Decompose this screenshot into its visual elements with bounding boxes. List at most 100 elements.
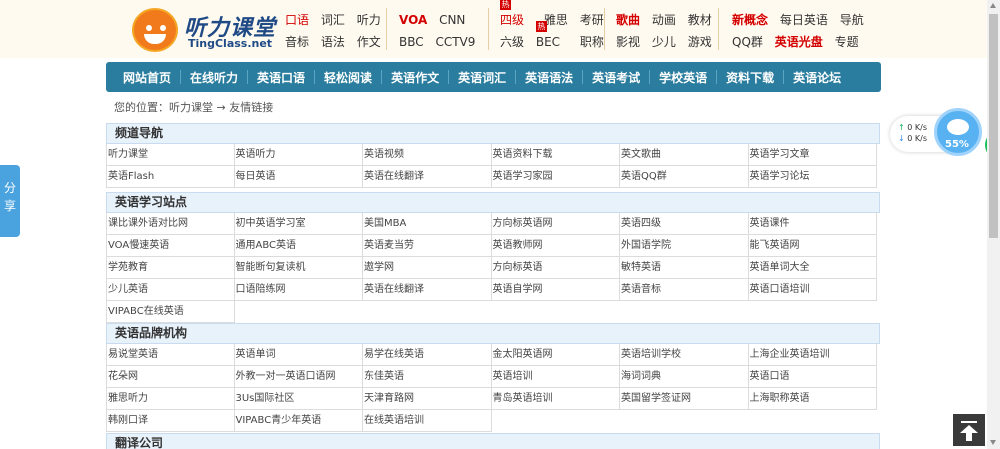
header-link[interactable]: 热 BEC xyxy=(535,21,568,53)
header-link[interactable]: VOA xyxy=(399,13,427,27)
site-logo[interactable]: 听力课堂 TingClass.net xyxy=(132,6,277,54)
friend-link[interactable]: 少儿英语 xyxy=(106,279,235,301)
main-nav-item[interactable]: 英语语法 xyxy=(525,69,573,86)
header-link[interactable]: CNN xyxy=(439,13,465,27)
friend-link[interactable]: 英语口语 xyxy=(748,366,877,388)
friend-link[interactable]: 方向标英语网 xyxy=(491,213,620,235)
friend-link[interactable]: 3Us国际社区 xyxy=(234,388,363,410)
header-link[interactable]: 职称 xyxy=(580,35,604,49)
header-link[interactable]: 口语 xyxy=(285,13,309,27)
friend-link[interactable]: 智能断句复读机 xyxy=(234,257,363,279)
share-button[interactable]: 分享 xyxy=(0,165,20,237)
header-link[interactable]: 六级 xyxy=(500,35,524,49)
header-link[interactable]: 少儿 xyxy=(652,35,676,49)
friend-link[interactable]: 英语在线翻译 xyxy=(363,166,492,188)
friend-link[interactable]: 英语培训学校 xyxy=(620,344,749,366)
header-link[interactable]: 游戏 xyxy=(688,35,712,49)
friend-link[interactable]: 遨学网 xyxy=(363,257,492,279)
main-nav-item[interactable]: 英语考试 xyxy=(592,69,640,86)
friend-link[interactable]: 听力课堂 xyxy=(106,144,235,166)
friend-link[interactable]: 雅思听力 xyxy=(106,388,235,410)
main-nav-item[interactable]: 英语词汇 xyxy=(458,69,506,86)
friend-link[interactable]: 初中英语学习室 xyxy=(234,213,363,235)
friend-link[interactable]: 英语麦当劳 xyxy=(363,235,492,257)
header-link[interactable]: BBC xyxy=(399,35,424,49)
friend-link[interactable]: 英语听力 xyxy=(234,144,363,166)
scroll-down-icon[interactable] xyxy=(990,440,996,445)
friend-link[interactable]: 英语学习家园 xyxy=(491,166,620,188)
friend-link[interactable]: 上海企业英语培训 xyxy=(748,344,877,366)
header-link[interactable]: 听力 xyxy=(357,13,381,27)
main-nav-item[interactable]: 英语论坛 xyxy=(793,69,841,86)
header-link[interactable]: 专题 xyxy=(835,35,859,49)
main-nav-item[interactable]: 网站首页 xyxy=(123,69,171,86)
friend-link[interactable]: 金太阳英语网 xyxy=(491,344,620,366)
friend-link[interactable]: VIPABC青少年英语 xyxy=(234,410,363,432)
friend-link[interactable]: VIPABC在线英语 xyxy=(106,301,235,323)
friend-link[interactable]: 美国MBA xyxy=(363,213,492,235)
friend-link[interactable]: 英语在线翻译 xyxy=(363,279,492,301)
header-link[interactable]: 语法 xyxy=(321,35,345,49)
header-link[interactable]: 热四级 xyxy=(500,0,532,31)
main-nav-item[interactable]: 学校英语 xyxy=(659,69,707,86)
friend-link[interactable]: 天津育路网 xyxy=(363,388,492,410)
friend-link[interactable]: 英国留学签证网 xyxy=(620,388,749,410)
friend-link[interactable]: 在线英语培训 xyxy=(363,410,492,432)
friend-link[interactable]: 通用ABC英语 xyxy=(234,235,363,257)
friend-link[interactable]: 外国语学院 xyxy=(620,235,749,257)
header-link[interactable]: 教材 xyxy=(688,13,712,27)
friend-link[interactable]: 每日英语 xyxy=(234,166,363,188)
header-link[interactable]: 导航 xyxy=(840,13,864,27)
breadcrumb-home-link[interactable]: 听力课堂 xyxy=(169,101,213,114)
friend-link[interactable]: 英语单词 xyxy=(234,344,363,366)
friend-link[interactable]: 方向标英语 xyxy=(491,257,620,279)
header-link[interactable]: 作文 xyxy=(357,35,381,49)
header-link[interactable]: CCTV9 xyxy=(435,35,475,49)
friend-link[interactable]: 英语单词大全 xyxy=(748,257,877,279)
friend-link[interactable]: 外教一对一英语口语网 xyxy=(234,366,363,388)
header-link[interactable]: 词汇 xyxy=(321,13,345,27)
friend-link[interactable]: VOA慢速英语 xyxy=(106,235,235,257)
friend-link[interactable]: 学苑教育 xyxy=(106,257,235,279)
header-link[interactable]: 动画 xyxy=(652,13,676,27)
friend-link[interactable]: 易学在线英语 xyxy=(363,344,492,366)
main-nav-item[interactable]: 轻松阅读 xyxy=(324,69,372,86)
friend-link[interactable]: 海词词典 xyxy=(620,366,749,388)
header-link[interactable]: QQ群 xyxy=(732,35,763,49)
header-link[interactable]: 影视 xyxy=(616,35,640,49)
friend-link[interactable]: 能飞英语网 xyxy=(748,235,877,257)
main-nav-item[interactable]: 在线听力 xyxy=(190,69,238,86)
assistant-ball-icon[interactable]: 55% xyxy=(934,108,982,156)
friend-link[interactable]: 英语口语培训 xyxy=(748,279,877,301)
header-link[interactable]: 每日英语 xyxy=(780,13,828,27)
friend-link[interactable]: 英语课件 xyxy=(748,213,877,235)
friend-link[interactable]: 英语学习论坛 xyxy=(748,166,877,188)
friend-link[interactable]: 英语学习文章 xyxy=(748,144,877,166)
friend-link[interactable]: 口语陪练网 xyxy=(234,279,363,301)
friend-link[interactable]: 课比课外语对比网 xyxy=(106,213,235,235)
main-nav-item[interactable]: 英语作文 xyxy=(391,69,439,86)
header-link[interactable]: 英语光盘 xyxy=(775,35,823,49)
back-to-top-button[interactable] xyxy=(953,414,985,446)
friend-link[interactable]: 英语四级 xyxy=(620,213,749,235)
header-link[interactable]: 考研 xyxy=(580,13,604,27)
friend-link[interactable]: 英语教师网 xyxy=(491,235,620,257)
header-link[interactable]: 新概念 xyxy=(732,13,768,27)
friend-link[interactable]: 上海职称英语 xyxy=(748,388,877,410)
friend-link[interactable]: 东佳英语 xyxy=(363,366,492,388)
friend-link[interactable]: 花朵网 xyxy=(106,366,235,388)
friend-link[interactable]: 英语Flash xyxy=(106,166,235,188)
friend-link[interactable]: 英语音标 xyxy=(620,279,749,301)
friend-link[interactable]: 敏特英语 xyxy=(620,257,749,279)
friend-link[interactable]: 英文歌曲 xyxy=(620,144,749,166)
friend-link[interactable]: 英语视频 xyxy=(363,144,492,166)
main-nav-item[interactable]: 资料下载 xyxy=(726,69,774,86)
main-nav-item[interactable]: 英语口语 xyxy=(257,69,305,86)
scroll-thumb[interactable] xyxy=(989,14,998,238)
vertical-scrollbar[interactable] xyxy=(987,0,1000,449)
friend-link[interactable]: 英语自学网 xyxy=(491,279,620,301)
friend-link[interactable]: 韩刚口译 xyxy=(106,410,235,432)
friend-link[interactable]: 青岛英语培训 xyxy=(491,388,620,410)
friend-link[interactable]: 英语QQ群 xyxy=(620,166,749,188)
scroll-up-icon[interactable] xyxy=(990,3,996,8)
